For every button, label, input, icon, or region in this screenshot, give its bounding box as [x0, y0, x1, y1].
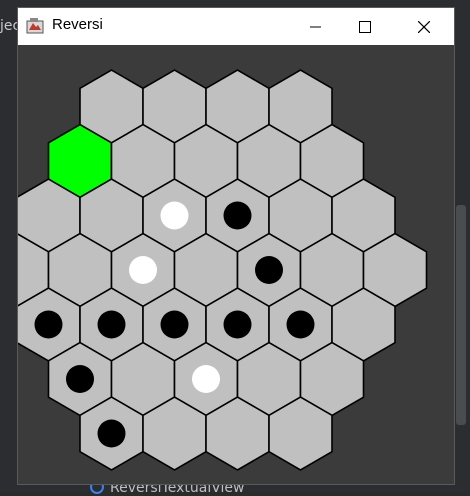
hex-board[interactable]: [18, 45, 454, 484]
minimize-icon: [310, 26, 321, 27]
window-title: Reversi: [52, 16, 103, 33]
black-piece: [66, 365, 94, 393]
black-piece: [286, 310, 315, 339]
reversi-window: Reversi: [17, 7, 455, 485]
black-piece: [34, 310, 63, 339]
maximize-button[interactable]: [342, 8, 388, 45]
black-piece: [223, 310, 252, 339]
board-area: [18, 45, 454, 484]
title-bar[interactable]: Reversi: [18, 8, 454, 45]
close-icon: [418, 20, 430, 33]
black-piece: [255, 256, 283, 284]
ide-scrollbar-thumb[interactable]: [456, 205, 466, 425]
reversi-app-icon: [26, 18, 44, 34]
white-piece: [192, 365, 220, 393]
close-button[interactable]: [401, 8, 447, 45]
white-piece: [129, 256, 157, 284]
black-piece: [223, 201, 252, 230]
black-piece: [160, 310, 189, 339]
black-piece: [97, 310, 126, 339]
minimize-button[interactable]: [293, 8, 339, 45]
white-piece: [160, 201, 189, 230]
black-piece: [97, 419, 126, 448]
maximize-icon: [359, 20, 371, 33]
